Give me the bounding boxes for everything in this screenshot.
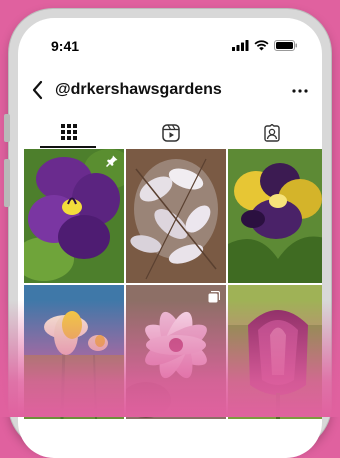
back-chevron-icon[interactable] bbox=[30, 79, 46, 101]
tab-tagged[interactable] bbox=[220, 118, 321, 148]
post-image bbox=[228, 285, 322, 419]
profile-username: @drkershawsgardens bbox=[55, 81, 222, 98]
tagged-icon bbox=[264, 124, 280, 142]
status-bar: 9:41 bbox=[18, 18, 322, 74]
profile-tabs bbox=[18, 118, 322, 148]
battery-icon bbox=[274, 40, 297, 51]
signal-icon bbox=[232, 40, 249, 51]
reels-icon bbox=[162, 124, 180, 142]
pin-icon bbox=[106, 155, 118, 167]
status-time: 9:41 bbox=[51, 38, 80, 54]
grid-icon bbox=[61, 124, 77, 140]
phone-side-button bbox=[4, 114, 10, 142]
wifi-icon bbox=[254, 40, 269, 51]
post-tile[interactable] bbox=[24, 285, 124, 419]
posts-grid bbox=[24, 149, 322, 449]
post-tile[interactable] bbox=[24, 149, 124, 283]
profile-header: @drkershawsgardens bbox=[18, 76, 322, 106]
post-tile[interactable] bbox=[126, 149, 226, 283]
tab-posts-grid[interactable] bbox=[18, 118, 119, 148]
active-tab-indicator bbox=[40, 146, 96, 148]
post-tile[interactable] bbox=[228, 149, 322, 283]
post-image bbox=[24, 149, 124, 283]
post-image bbox=[126, 149, 226, 283]
more-options-icon[interactable] bbox=[290, 82, 310, 100]
tab-reels[interactable] bbox=[119, 118, 220, 148]
post-image bbox=[126, 285, 226, 419]
phone-screen: 9:41 @drkershawsgardens bbox=[18, 18, 322, 458]
post-tile[interactable] bbox=[126, 285, 226, 419]
post-tile[interactable] bbox=[228, 285, 322, 419]
post-image bbox=[24, 285, 124, 419]
post-image bbox=[228, 149, 322, 283]
status-icons bbox=[232, 40, 298, 51]
carousel-icon bbox=[208, 291, 220, 303]
phone-side-button bbox=[4, 159, 10, 207]
